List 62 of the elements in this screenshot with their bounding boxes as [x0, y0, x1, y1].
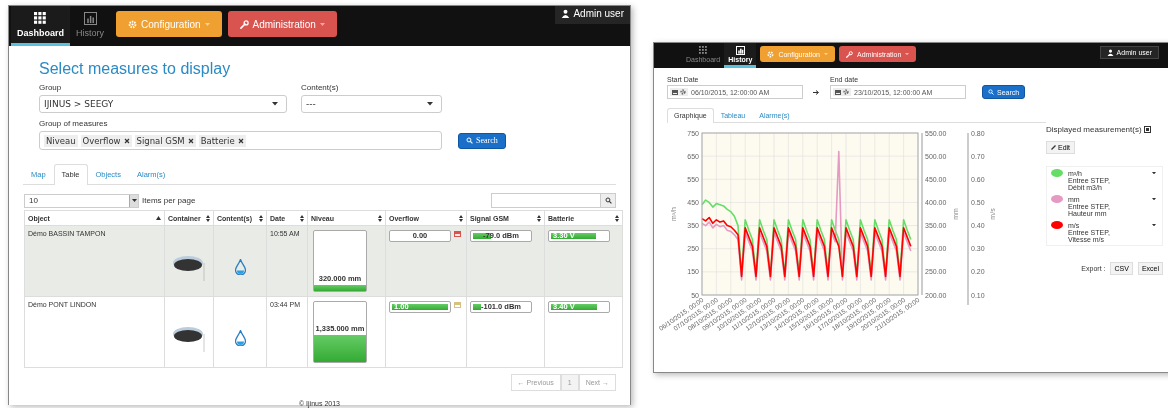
nav-tab[interactable]: History	[70, 6, 111, 46]
table-search-field[interactable]	[491, 193, 616, 208]
caret-icon	[1152, 171, 1156, 175]
sort-icon	[300, 214, 304, 222]
measure-tag[interactable]: Niveau	[44, 134, 78, 147]
calendar-icon	[672, 89, 678, 95]
group-select[interactable]: IJINUS > SEEGY	[39, 95, 287, 113]
search-button[interactable]: Search	[458, 132, 506, 149]
sort-icon	[615, 214, 619, 222]
panel-title: Displayed measurement(s)	[1046, 125, 1142, 134]
gear-icon	[128, 19, 138, 29]
caret-icon	[1152, 197, 1156, 201]
field-label: Group	[39, 83, 63, 92]
gear-icon	[680, 89, 686, 95]
caret-icon	[204, 22, 210, 26]
arrow-icon	[813, 90, 820, 95]
wrench-icon	[239, 19, 249, 29]
manhole-icon	[173, 324, 205, 352]
caret-icon	[131, 199, 137, 202]
field-label: Group of measures	[39, 119, 109, 128]
search-icon	[466, 137, 473, 144]
manhole-icon	[173, 253, 205, 281]
user-icon	[561, 9, 571, 18]
gear-icon	[843, 89, 849, 95]
caret-icon	[427, 102, 433, 106]
expand-icon	[1143, 126, 1151, 133]
bar-chart-icon	[735, 45, 745, 55]
grid-icon	[34, 11, 47, 25]
search-icon	[604, 197, 612, 204]
measures-field[interactable]: Niveau Overflow Signal GSM Batterie	[39, 131, 442, 150]
grid-icon	[698, 45, 708, 55]
sort-up-icon	[156, 216, 161, 220]
page-size-select[interactable]: 10	[24, 193, 139, 208]
caret-icon	[824, 52, 828, 56]
bar-chart-icon	[83, 11, 97, 25]
search-icon	[988, 89, 994, 95]
caret-icon	[1152, 223, 1156, 227]
caret-icon	[272, 102, 278, 106]
gear-icon	[767, 50, 775, 58]
field-label: Content(s)	[301, 83, 340, 92]
measure-tag[interactable]: Signal GSM	[134, 134, 196, 147]
measure-tag[interactable]: Batterie	[198, 134, 246, 147]
wrench-icon	[846, 50, 853, 58]
sort-icon	[259, 214, 263, 222]
calendar-icon	[835, 89, 841, 95]
contents-select[interactable]: ---	[301, 95, 442, 113]
pencil-icon	[1051, 145, 1056, 150]
water-drop-icon	[234, 259, 246, 275]
measure-tag[interactable]: Overflow	[80, 134, 132, 147]
nav-tab[interactable]: Dashboard	[11, 6, 70, 46]
sort-icon	[206, 214, 210, 222]
user-button[interactable]: Admin user	[555, 6, 630, 24]
caret-icon	[905, 52, 910, 56]
page-heading: Select measures to display	[39, 60, 232, 78]
page-size-label: Items per page	[142, 196, 196, 205]
sort-icon	[378, 214, 382, 222]
caret-icon	[319, 22, 325, 26]
user-icon	[1106, 49, 1114, 56]
sort-icon	[459, 214, 463, 222]
sort-icon	[537, 214, 541, 222]
water-drop-icon	[234, 330, 246, 346]
menu-button[interactable]: Administration	[227, 11, 337, 37]
